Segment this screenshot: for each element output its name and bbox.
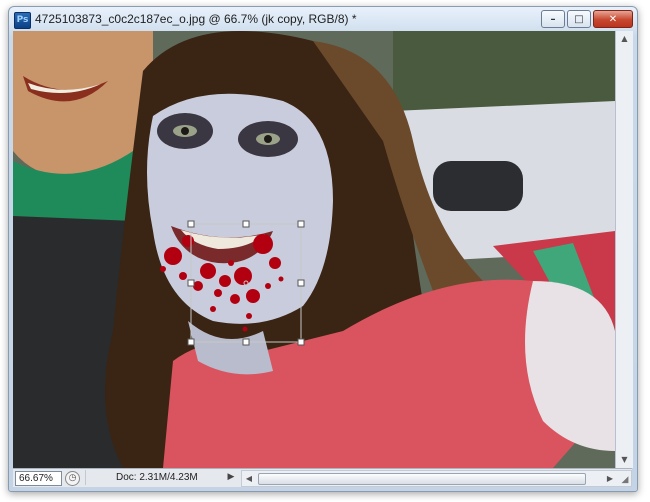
horizontal-scrollbar[interactable]: ◀ ▶ ◢ <box>241 470 632 487</box>
scroll-left-arrow-icon[interactable]: ◀ <box>242 471 256 486</box>
transform-handle[interactable] <box>297 338 305 346</box>
transform-handle[interactable] <box>242 338 250 346</box>
background-foliage <box>393 31 615 111</box>
horizontal-scroll-thumb[interactable] <box>258 473 586 485</box>
transform-handle[interactable] <box>187 279 195 287</box>
scroll-up-arrow-icon[interactable]: ▲ <box>616 31 633 47</box>
scroll-down-arrow-icon[interactable]: ▼ <box>616 452 633 468</box>
status-menu-arrow-icon[interactable]: ▶ <box>225 471 237 484</box>
vertical-scrollbar[interactable]: ▲ ▼ <box>615 31 633 468</box>
document-title: 4725103873_c0c2c187ec_o.jpg @ 66.7% (jk … <box>35 12 357 26</box>
photoshop-logo-icon: Ps <box>14 12 31 29</box>
title-bar[interactable]: Ps 4725103873_c0c2c187ec_o.jpg @ 66.7% (… <box>9 7 637 31</box>
transform-handle[interactable] <box>242 220 250 228</box>
transform-handle[interactable] <box>187 220 195 228</box>
transform-handle[interactable] <box>297 279 305 287</box>
close-button[interactable]: ✕ <box>593 10 633 28</box>
car-mirror <box>433 161 523 211</box>
scroll-right-arrow-icon[interactable]: ▶ <box>603 471 617 486</box>
status-bar: 66.67% ◷ Doc: 2.31M/4.23M ▶ ◀ ▶ ◢ <box>13 468 632 487</box>
photo-canvas[interactable] <box>13 31 615 468</box>
window-controls: – □ ✕ <box>541 10 633 28</box>
transform-handle[interactable] <box>187 338 195 346</box>
document-window: Ps 4725103873_c0c2c187ec_o.jpg @ 66.7% (… <box>8 6 638 492</box>
maximize-button[interactable]: □ <box>567 10 591 28</box>
zoom-level-field[interactable]: 66.67% <box>15 471 62 486</box>
status-info-icon[interactable]: ◷ <box>65 471 80 486</box>
transform-handle[interactable] <box>297 220 305 228</box>
minimize-button[interactable]: – <box>541 10 565 28</box>
resize-grip-icon[interactable]: ◢ <box>619 474 631 486</box>
image-canvas[interactable] <box>13 31 615 468</box>
